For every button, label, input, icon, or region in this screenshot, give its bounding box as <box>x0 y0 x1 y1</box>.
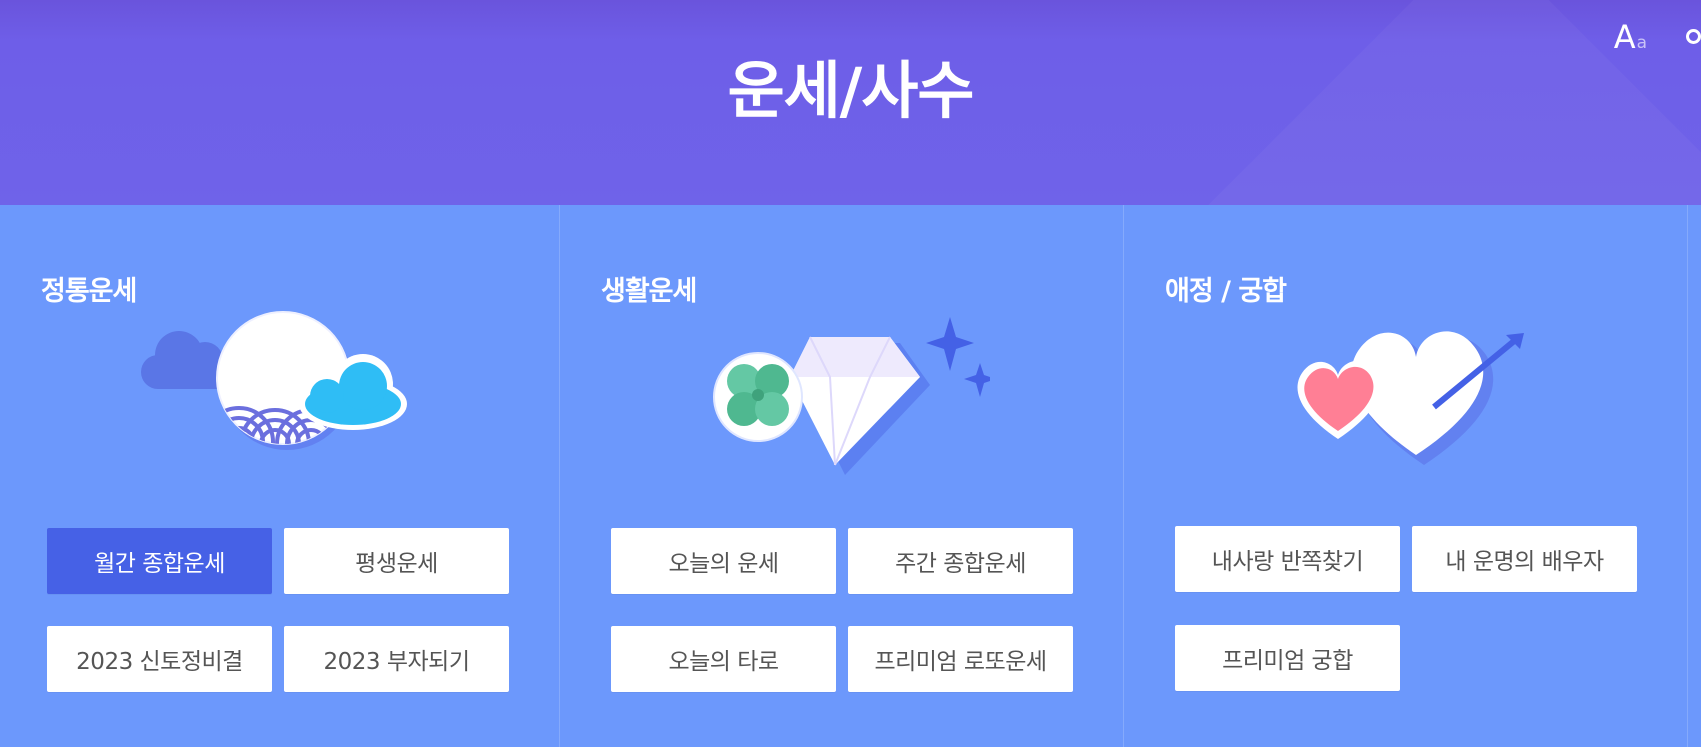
destined-spouse-button[interactable]: 내 운명의 배우자 <box>1412 526 1637 592</box>
next-section-edge <box>1688 205 1701 747</box>
section-love-compatibility: 애정 / 궁합 내사랑 반쪽찾기 내 운명의 배우자 프리미엄 궁합 <box>1124 205 1688 747</box>
weekly-fortune-button[interactable]: 주간 종합운세 <box>848 528 1073 594</box>
font-size-button[interactable]: Aa <box>1614 18 1647 56</box>
lifetime-fortune-button[interactable]: 평생운세 <box>284 528 509 594</box>
share-icon[interactable] <box>1683 18 1701 56</box>
section-title: 정통운세 <box>41 276 137 307</box>
section-traditional-fortune: 정통운세 월간 종합운세 평생운세 2023 신토정비결 2023 부자되기 <box>0 205 560 747</box>
hearts-arrow-icon <box>1297 331 1524 465</box>
section-daily-fortune: 생활운세 오늘의 운세 주간 종합운세 오늘의 타로 프리미엄 로또운세 <box>560 205 1124 747</box>
tojeong-fortune-button[interactable]: 2023 신토정비결 <box>47 626 272 692</box>
page-header: 운세/사수 Aa <box>0 0 1701 205</box>
monthly-fortune-button[interactable]: 월간 종합운세 <box>47 528 272 594</box>
premium-lotto-fortune-button[interactable]: 프리미엄 로또운세 <box>848 626 1073 692</box>
font-size-label-big: A <box>1613 18 1636 56</box>
today-fortune-button[interactable]: 오늘의 운세 <box>611 528 836 594</box>
fortune-categories: 정통운세 월간 종합운세 평생운세 2023 신토정비결 2023 부자되기 생… <box>0 205 1701 747</box>
clover-diamond-icon <box>713 317 990 475</box>
today-tarot-button[interactable]: 오늘의 타로 <box>611 626 836 692</box>
page-title: 운세/사수 <box>727 54 975 127</box>
premium-compatibility-button[interactable]: 프리미엄 궁합 <box>1175 625 1400 691</box>
section-title: 생활운세 <box>601 276 697 307</box>
wealth-fortune-button[interactable]: 2023 부자되기 <box>284 626 509 692</box>
font-size-label-small: a <box>1636 33 1647 53</box>
header-tools: Aa <box>1614 18 1701 56</box>
moon-cloud-wave-icon <box>141 311 407 450</box>
find-soulmate-button[interactable]: 내사랑 반쪽찾기 <box>1175 526 1400 592</box>
section-title: 애정 / 궁합 <box>1165 276 1287 307</box>
